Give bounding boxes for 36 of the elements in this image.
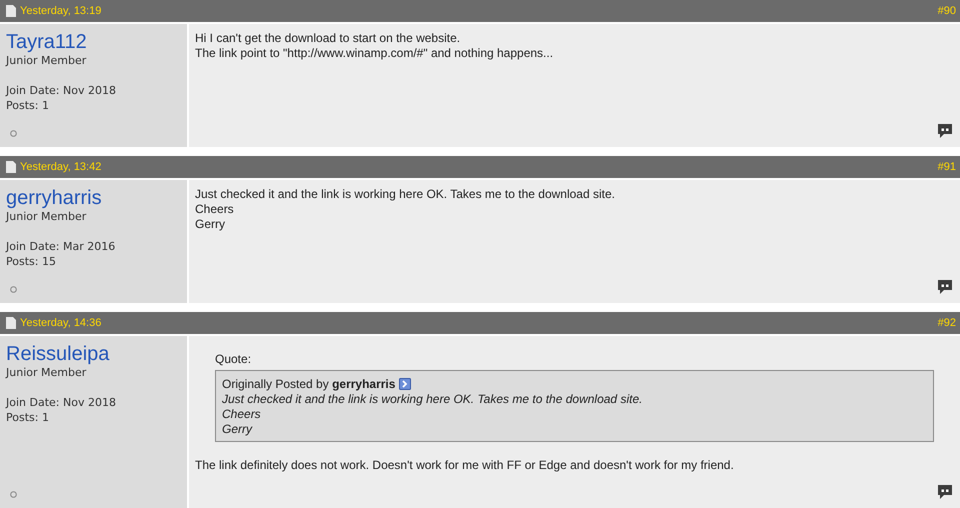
post-count: Posts: 15 [6, 254, 57, 269]
message-text: Just checked it and the link is working here OK. Takes me to the download site. [195, 187, 616, 202]
quote-button[interactable] [937, 279, 953, 295]
quote-label: Quote: [215, 352, 252, 367]
post-number[interactable]: #92 [938, 317, 956, 329]
post-number[interactable]: #91 [938, 161, 956, 173]
message-text: Gerry [195, 217, 226, 232]
username-link[interactable]: Reissuleipa [6, 343, 110, 365]
username-link[interactable]: gerryharris [6, 187, 102, 209]
join-date: Join Date: Nov 2018 [6, 83, 117, 98]
user-rank: Junior Member [6, 365, 88, 380]
quote-button[interactable] [937, 484, 953, 500]
message-text: The link definitely does not work. Doesn't work for me with FF or Edge and doesn't work for my friend. [195, 458, 735, 473]
join-date: Join Date: Nov 2018 [6, 395, 117, 410]
username-link[interactable]: Tayra112 [6, 31, 87, 53]
post-date: Yesterday, 13:42 [20, 161, 102, 173]
quote-text: Cheers [222, 407, 262, 422]
post-date: Yesterday, 13:19 [20, 5, 102, 17]
quote-button[interactable] [937, 123, 953, 139]
post-count: Posts: 1 [6, 98, 50, 113]
post-count: Posts: 1 [6, 410, 50, 425]
quote-attribution: Originally Posted by gerryharris [222, 377, 396, 391]
join-date: Join Date: Mar 2016 [6, 239, 116, 254]
quote-text: Gerry [222, 422, 254, 437]
message-text: Cheers [195, 202, 235, 217]
document-icon [6, 5, 16, 17]
message-text: Hi I can't get the download to start on the website. [195, 31, 462, 46]
document-icon [6, 317, 16, 329]
user-rank: Junior Member [6, 53, 88, 68]
document-icon [6, 161, 16, 173]
user-rank: Junior Member [6, 209, 88, 224]
message-text: The link point to "http://www.winamp.com/#" and nothing happens... [195, 46, 554, 61]
post-date: Yesterday, 14:36 [20, 317, 102, 329]
view-post-icon[interactable] [398, 378, 411, 390]
post-number[interactable]: #90 [938, 5, 956, 17]
quote-text: Just checked it and the link is working here OK. Takes me to the download site. [222, 392, 644, 407]
